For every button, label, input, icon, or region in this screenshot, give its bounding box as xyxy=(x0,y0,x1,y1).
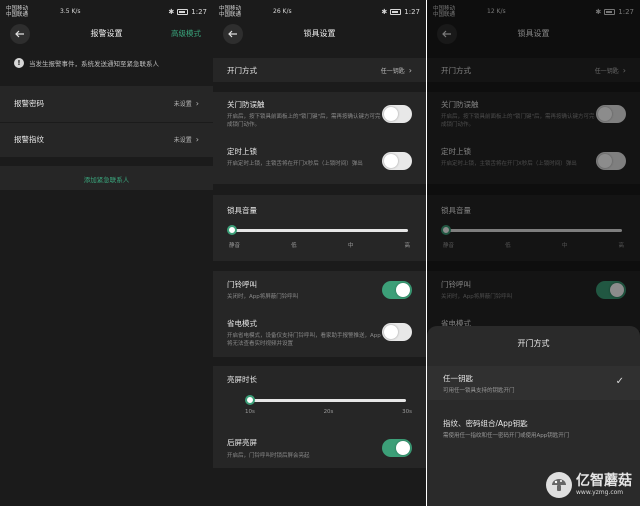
row-value: 未设置 xyxy=(173,137,192,144)
rear-screen-desc: 开启后，门铃呼叫时锁后屏会亮起 xyxy=(227,453,310,459)
watermark-url: www.yzmg.com xyxy=(576,489,624,496)
screen-options-card: 亮屏时长 10s 20s 30s 后屏亮屏 开启后，门铃呼叫时锁后屏会亮起 xyxy=(213,366,426,468)
volume-card: 锁具音量 静音 低 中 高 xyxy=(213,195,426,261)
tick-label: 高 xyxy=(404,243,410,249)
timed-lock-toggle[interactable] xyxy=(382,152,412,170)
open-method-row[interactable]: 开门方式 任一钥匙 › xyxy=(213,58,426,82)
add-emergency-contact-button[interactable]: 添加紧急联系人 xyxy=(0,166,213,190)
battery-icon xyxy=(177,9,189,15)
row-value: 未设置 xyxy=(173,101,192,108)
row-value: 任一钥匙 xyxy=(380,68,405,75)
option-desc: 需使用任一指纹和任一密码开门或使用App钥匙开门 xyxy=(443,433,570,439)
header: 锁具设置 xyxy=(213,22,426,46)
tick-label: 低 xyxy=(291,243,297,249)
info-icon: ! xyxy=(14,58,24,68)
chevron-right-icon: › xyxy=(195,135,199,144)
bluetooth-icon: ✱ xyxy=(381,8,388,16)
tick-label: 30s xyxy=(402,409,412,415)
slider-thumb[interactable] xyxy=(245,395,255,405)
volume-slider[interactable] xyxy=(227,225,408,235)
tick-label: 20s xyxy=(323,409,334,415)
mushroom-logo-icon xyxy=(546,472,572,498)
tick-label: 静音 xyxy=(229,243,241,249)
sheet-title: 开门方式 xyxy=(517,339,550,348)
chevron-right-icon: › xyxy=(408,66,412,75)
advanced-mode-link[interactable]: 高级模式 xyxy=(171,28,201,39)
timed-lock-desc: 开启定时上锁，主锁舌将在开门X秒后（上锁时间）弹出 xyxy=(227,161,363,167)
power-save-toggle[interactable] xyxy=(382,323,412,341)
anti-mistouch-toggle[interactable] xyxy=(382,105,412,123)
open-method-sheet-screen: 中国移动 中国联通 12 K/s ✱ 1:27 锁具设置 开门方式 任一钥匙 ›… xyxy=(427,0,640,506)
rear-screen-toggle[interactable] xyxy=(382,439,412,457)
check-icon: ✓ xyxy=(615,376,624,387)
row-label: 开门方式 xyxy=(227,66,257,75)
clock: 1:27 xyxy=(191,8,207,16)
option-any-key[interactable]: 任一钥匙 可用任一锁具支持的钥匙开门 ✓ xyxy=(427,366,640,400)
add-contact-label: 添加紧急联系人 xyxy=(83,176,130,184)
doorbell-desc: 关闭时，App将屏蔽门铃呼叫 xyxy=(227,294,299,300)
power-save-desc: 开启省电模式，设备仅支持门铃呼叫，看家助手报警推送，App将无法查看实时视频并设… xyxy=(227,333,381,347)
doorbell-toggle[interactable] xyxy=(382,281,412,299)
lock-settings-screen: 中国移动 中国联通 26 K/s ✱ 1:27 锁具设置 开门方式 任一钥匙 ›… xyxy=(213,0,426,506)
status-bar: 中国移动 中国联通 26 K/s ✱ 1:27 xyxy=(213,0,426,22)
clock: 1:27 xyxy=(404,8,420,16)
carrier-label: 中国联通 xyxy=(6,12,29,18)
carrier-label: 中国联通 xyxy=(219,12,242,18)
net-speed: 3.5 K/s xyxy=(60,8,81,15)
chevron-right-icon: › xyxy=(195,99,199,108)
alarm-settings-screen: 中国移动 中国联通 3.5 K/s ✱ 1:27 报警设置 高级模式 ! 当发生… xyxy=(0,0,213,506)
slider-thumb[interactable] xyxy=(227,225,237,235)
option-title: 任一钥匙 xyxy=(443,374,473,383)
tick-label: 10s xyxy=(245,409,255,415)
volume-title: 锁具音量 xyxy=(227,206,257,215)
bluetooth-icon: ✱ xyxy=(168,8,175,16)
screen-duration-title: 亮屏时长 xyxy=(227,375,257,384)
timed-lock-title: 定时上锁 xyxy=(227,147,257,156)
row-label: 报警指纹 xyxy=(14,135,44,144)
row-label: 报警密码 xyxy=(14,99,44,108)
option-title: 指纹、密码组合/App钥匙 xyxy=(443,419,528,428)
watermark-name: 亿智蘑菇 xyxy=(576,473,632,489)
net-speed: 26 K/s xyxy=(273,8,292,15)
tick-label: 中 xyxy=(347,243,354,249)
alarm-password-row[interactable]: 报警密码 未设置 › xyxy=(0,86,213,122)
option-desc: 可用任一锁具支持的钥匙开门 xyxy=(443,388,515,394)
info-text: 当发生报警事件，系统发送通知至紧急联系人 xyxy=(29,60,159,68)
page-title: 锁具设置 xyxy=(303,29,336,38)
power-options-card: 门铃呼叫 关闭时，App将屏蔽门铃呼叫 省电模式 开启省电模式，设备仅支持门铃呼… xyxy=(213,271,426,357)
battery-icon xyxy=(390,9,402,15)
option-combo-key[interactable]: 指纹、密码组合/App钥匙 需使用任一指纹和任一密码开门或使用App钥匙开门 xyxy=(427,412,640,446)
watermark: 亿智蘑菇 www.yzmg.com xyxy=(546,472,632,498)
anti-mistouch-desc: 开启后，按下锁具前面板上的"锁门键"后，需再按确认键方可完成锁门动作。 xyxy=(227,114,381,128)
anti-mistouch-title: 关门防误触 xyxy=(227,100,265,109)
lock-options-card: 关门防误触 开启后，按下锁具前面板上的"锁门键"后，需再按确认键方可完成锁门动作… xyxy=(213,92,426,184)
alarm-fingerprint-row[interactable]: 报警指纹 未设置 › xyxy=(0,123,213,157)
doorbell-title: 门铃呼叫 xyxy=(227,280,257,289)
power-save-title: 省电模式 xyxy=(227,319,257,328)
header: 报警设置 高级模式 xyxy=(0,22,213,46)
rear-screen-title: 后屏亮屏 xyxy=(227,438,257,447)
screen-duration-slider[interactable] xyxy=(245,395,406,405)
info-notice: ! 当发生报警事件，系统发送通知至紧急联系人 xyxy=(14,58,159,68)
status-bar: 中国移动 中国联通 3.5 K/s ✱ 1:27 xyxy=(0,0,213,22)
